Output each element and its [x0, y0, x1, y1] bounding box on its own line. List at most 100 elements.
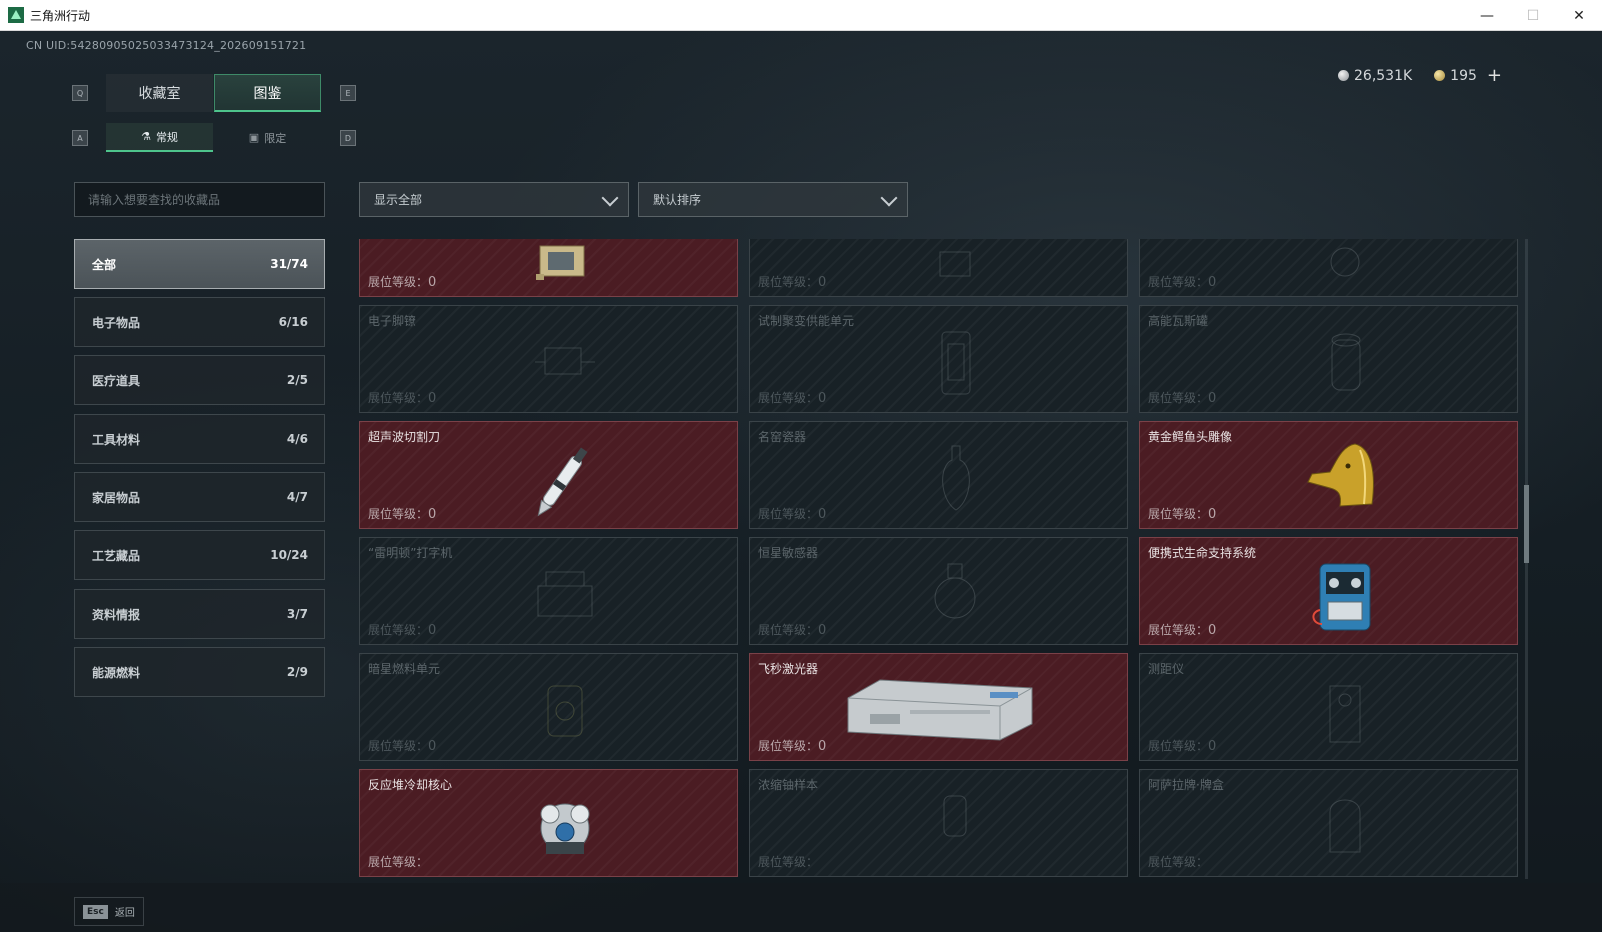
porcelain-vase-icon: [942, 445, 970, 511]
item-card[interactable]: 阿萨拉牌·牌盒 展位等级：: [1139, 769, 1518, 877]
uranium-sample-icon: [943, 795, 967, 837]
item-card[interactable]: 电子脚镣 展位等级：0: [359, 305, 738, 413]
life-support-icon: [1312, 563, 1371, 631]
tab-regular[interactable]: ⚗ 常规: [106, 123, 213, 152]
silver-amount: 26,531K: [1354, 67, 1413, 84]
display-level: 展位等级：0: [1148, 275, 1217, 290]
key-hint-e: E: [340, 85, 356, 101]
category-medical[interactable]: 医疗道具 2/5: [74, 355, 325, 405]
fusion-unit-icon: [941, 331, 971, 395]
item-name: 反应堆冷却核心: [368, 778, 453, 792]
category-label: 家居物品: [92, 490, 141, 505]
item-name: 高能瓦斯罐: [1148, 314, 1209, 328]
category-label: 医疗道具: [92, 373, 141, 388]
category-fuel[interactable]: 能源燃料 2/9: [74, 647, 325, 697]
tab-catalog[interactable]: 图鉴: [214, 74, 321, 112]
item-card[interactable]: 反应堆冷却核心 展位等级：: [359, 769, 738, 877]
item-name: 阿萨拉牌·牌盒: [1148, 778, 1224, 792]
typewriter-icon: [537, 571, 593, 617]
category-count: 2/9: [286, 665, 308, 679]
category-electronics[interactable]: 电子物品 6/16: [74, 297, 325, 347]
item-card[interactable]: 飞秒激光器 展位等级：0: [749, 653, 1128, 761]
item-name: 恒星敏感器: [758, 546, 819, 560]
item-name: 暗星燃料单元: [368, 662, 441, 676]
display-level: 展位等级：0: [758, 507, 827, 522]
sort-dropdown-label: 默认排序: [653, 193, 702, 207]
display-level: 展位等级：: [1148, 855, 1209, 869]
tab-limited-label: 限定: [264, 131, 287, 145]
item-name: 测距仪: [1148, 662, 1185, 676]
category-intel[interactable]: 资料情报 3/7: [74, 589, 325, 639]
item-card[interactable]: 展位等级：0: [749, 239, 1128, 297]
item-card[interactable]: 超声波切割刀 展位等级：0: [359, 421, 738, 529]
add-currency-button[interactable]: +: [1487, 65, 1502, 86]
display-level: 展位等级：0: [758, 739, 827, 754]
maximize-button[interactable]: ☐: [1510, 0, 1556, 31]
item-card[interactable]: 浓缩铀样本 展位等级：: [749, 769, 1128, 877]
item-card[interactable]: “雷明顿”打字机 展位等级：0: [359, 537, 738, 645]
item-name: 电子脚镣: [368, 314, 417, 328]
item-card[interactable]: 展位等级：0: [1139, 239, 1518, 297]
category-label: 工艺藏品: [92, 548, 141, 563]
display-level: 展位等级：0: [368, 739, 437, 754]
display-level: 展位等级：0: [368, 391, 437, 406]
tab-limited[interactable]: ▣ 限定: [214, 123, 321, 152]
ankle-monitor-icon: [535, 347, 595, 375]
display-level: 展位等级：0: [758, 623, 827, 638]
item-name: 浓缩铀样本: [758, 778, 819, 792]
golden-crocodile-icon: [1307, 443, 1374, 507]
category-count: 4/6: [286, 432, 308, 446]
currency-bar: 26,531K 195 +: [1338, 65, 1502, 86]
collection-grid: 展位等级：0 展位等级：0 展位等级：0 电子脚镣 展位等级：0 试制聚变供能单…: [359, 239, 1524, 879]
esc-key-hint: Esc: [83, 904, 108, 919]
category-tools[interactable]: 工具材料 4/6: [74, 414, 325, 464]
device-icon: [536, 245, 585, 280]
device-icon: [1330, 247, 1360, 277]
item-card[interactable]: 高能瓦斯罐 展位等级：0: [1139, 305, 1518, 413]
category-count: 10/24: [270, 548, 308, 562]
gas-canister-icon: [1331, 333, 1361, 391]
category-count: 2/5: [286, 373, 308, 387]
uid-text: CN UID:542809050250334731​24_20260915172…: [26, 39, 307, 52]
item-card[interactable]: 试制聚变供能单元 展位等级：0: [749, 305, 1128, 413]
display-level: 展位等级：0: [1148, 391, 1217, 406]
item-name: 飞秒激光器: [758, 662, 819, 676]
display-level: 展位等级：0: [758, 275, 827, 290]
item-card[interactable]: 名窑瓷器 展位等级：0: [749, 421, 1128, 529]
display-level: 展位等级：0: [1148, 739, 1217, 754]
item-card[interactable]: 测距仪 展位等级：0: [1139, 653, 1518, 761]
display-level: 展位等级：0: [368, 623, 437, 638]
grid-scrollbar-thumb[interactable]: [1524, 485, 1529, 563]
close-button[interactable]: ✕: [1556, 0, 1602, 31]
search-input[interactable]: 请输入想要查找的收藏品: [74, 182, 325, 217]
window-title: 三角洲行动: [30, 8, 91, 23]
filter-dropdown[interactable]: 显示全部: [359, 182, 629, 217]
image-icon: ▣: [248, 131, 260, 144]
category-all[interactable]: 全部 31/74: [74, 239, 325, 289]
chevron-down-icon: [880, 189, 898, 207]
star-sensor-icon: [934, 563, 976, 619]
minimize-button[interactable]: —: [1464, 0, 1510, 31]
item-name: 超声波切割刀: [368, 430, 441, 444]
key-hint-q: Q: [72, 85, 88, 101]
chevron-down-icon: [601, 189, 619, 207]
back-button[interactable]: Esc 返回: [74, 897, 144, 926]
display-level: 展位等级：0: [368, 507, 437, 522]
tab-collection-room[interactable]: 收藏室: [106, 74, 213, 112]
flask-icon: ⚗: [141, 130, 151, 143]
display-level: 展位等级：: [758, 855, 819, 869]
category-household[interactable]: 家居物品 4/7: [74, 472, 325, 522]
item-card[interactable]: 展位等级：0: [359, 239, 738, 297]
item-card[interactable]: 便携式生命支持系统 展位等级：0: [1139, 537, 1518, 645]
item-card[interactable]: 暗星燃料单元 展位等级：0: [359, 653, 738, 761]
item-card[interactable]: 黄金鳄鱼头雕像 展位等级：0: [1139, 421, 1518, 529]
category-label: 工具材料: [92, 432, 141, 447]
category-label: 电子物品: [92, 315, 141, 330]
category-crafts[interactable]: 工艺藏品 10/24: [74, 530, 325, 580]
category-label: 资料情报: [92, 607, 141, 622]
tab-regular-label: 常规: [155, 130, 178, 144]
category-count: 31/74: [270, 257, 308, 271]
item-card[interactable]: 恒星敏感器 展位等级：0: [749, 537, 1128, 645]
item-name: 便携式生命支持系统: [1148, 546, 1257, 560]
sort-dropdown[interactable]: 默认排序: [638, 182, 908, 217]
